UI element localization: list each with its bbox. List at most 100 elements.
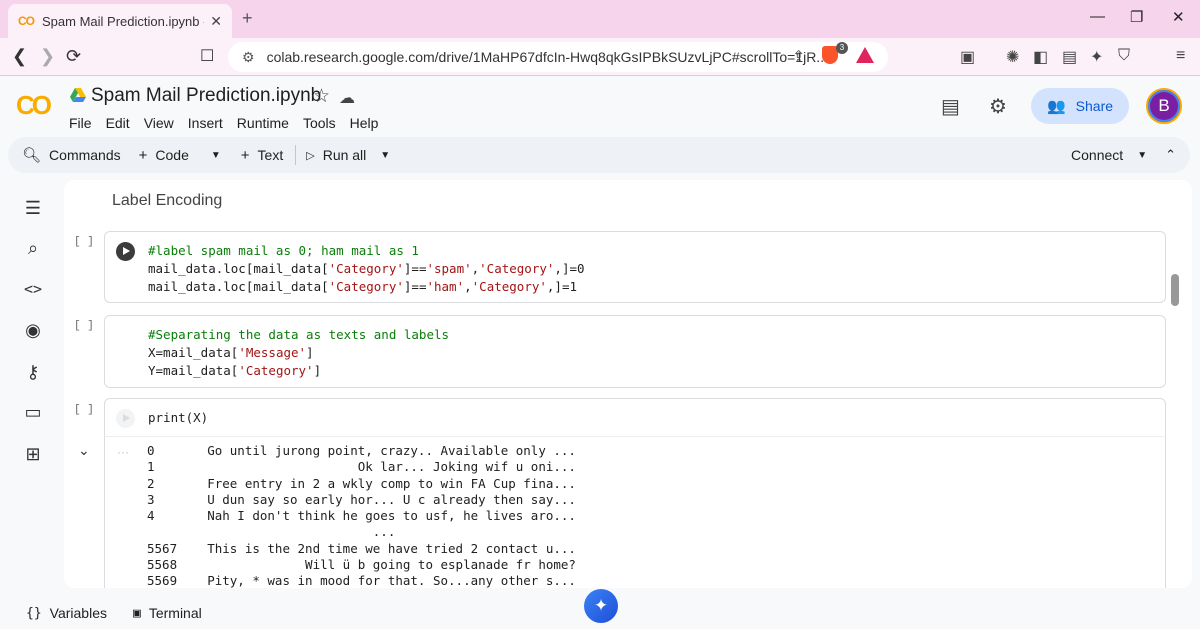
new-tab-icon[interactable]: + — [242, 8, 253, 29]
menu-edit[interactable]: Edit — [106, 115, 130, 131]
code-cell-label-encoding[interactable]: #label spam mail as 0; ham mail as 1 mai… — [104, 231, 1166, 303]
connect-group: Connect ▼ ⌃ — [1071, 147, 1176, 163]
colab-header: CO Spam Mail Prediction.ipynb ☆ ☁ File E… — [0, 76, 1200, 138]
site-settings-icon[interactable]: ⚙ — [242, 49, 255, 66]
output-menu-icon[interactable]: ··· — [117, 445, 129, 459]
run-all-button[interactable]: ▷ Run all — [306, 147, 366, 163]
notebook-canvas[interactable]: Label Encoding [ ] #label spam mail as 0… — [64, 180, 1192, 588]
settings-gear-icon[interactable]: ⚙ — [989, 94, 1007, 119]
toolbar-divider — [295, 145, 297, 165]
comments-icon[interactable]: ▤ — [941, 94, 960, 119]
cell-code[interactable]: print(X) — [148, 409, 208, 427]
browser-tab[interactable]: CO Spam Mail Prediction.ipynb - Co ✕ — [8, 4, 232, 38]
secrets-eye-icon[interactable]: ◉ — [22, 320, 44, 342]
data-table-icon[interactable]: ⊞ — [22, 444, 44, 466]
close-tab-icon[interactable]: ✕ — [210, 13, 222, 30]
key-icon[interactable]: ⚷ — [22, 362, 44, 384]
plus-icon: + — [240, 146, 250, 164]
cell-execution-count: [ ] — [74, 236, 94, 248]
collapse-toolbar-icon[interactable]: ⌃ — [1165, 147, 1176, 163]
connect-dropdown-chevron-icon[interactable]: ▼ — [1137, 150, 1147, 161]
gemini-icon[interactable]: ✦ — [584, 589, 618, 623]
code-snippets-icon[interactable]: <> — [22, 280, 44, 302]
url-field[interactable]: ⚙ colab.research.google.com/drive/1MaHP6… — [228, 42, 888, 72]
search-icon: 🔍︎ — [22, 147, 42, 164]
variables-icon: {} — [26, 605, 42, 621]
menu-view[interactable]: View — [144, 115, 174, 131]
plus-icon: + — [138, 146, 148, 164]
run-cell-button[interactable] — [116, 242, 135, 261]
menu-bar: File Edit View Insert Runtime Tools Help — [69, 115, 392, 131]
run-all-label: Run all — [322, 147, 367, 163]
leo-ai-icon[interactable]: ✺ — [1006, 47, 1019, 67]
add-code-button[interactable]: + Code — [139, 147, 189, 164]
code-cell-print-x[interactable]: print(X) — [104, 398, 1166, 438]
commands-button[interactable]: 🔍︎ Commands — [22, 146, 121, 164]
menu-file[interactable]: File — [69, 115, 92, 131]
connect-button[interactable]: Connect — [1071, 147, 1123, 163]
menu-insert[interactable]: Insert — [188, 115, 223, 131]
people-icon: 👥 — [1046, 98, 1066, 115]
wallet-icon[interactable]: ▤ — [1062, 47, 1077, 67]
restore-icon[interactable]: ❐ — [1130, 8, 1143, 26]
terminal-icon: ▣ — [133, 605, 141, 621]
variables-button[interactable]: {} Variables — [26, 605, 107, 621]
sidebar-toggle-icon[interactable]: ◧ — [1033, 47, 1048, 67]
reload-icon[interactable]: ⟳ — [66, 46, 81, 67]
bookmark-icon[interactable]: ☐ — [200, 46, 214, 66]
cloud-saved-icon[interactable]: ☁ — [339, 88, 355, 108]
notebook-toolbar: 🔍︎ Commands + Code ▼ + Text ▷ Run all ▼ … — [8, 137, 1190, 173]
browser-tab-strip: CO Spam Mail Prediction.ipynb - Co ✕ + —… — [0, 0, 1200, 38]
cell-execution-count: [ ] — [74, 404, 94, 416]
table-of-contents-icon[interactable]: ☰ — [22, 198, 44, 220]
user-avatar[interactable]: B — [1146, 88, 1182, 124]
add-text-button[interactable]: + Text — [241, 147, 283, 164]
code-dropdown-chevron-icon[interactable]: ▼ — [211, 150, 221, 161]
brave-shield-badge: 3 — [836, 42, 848, 54]
colab-logo[interactable]: CO — [16, 90, 52, 121]
notebook-title[interactable]: Spam Mail Prediction.ipynb — [91, 85, 321, 107]
cell-output: ··· 0 Go until jurong point, crazy.. Ava… — [104, 436, 1166, 588]
extensions-icon[interactable]: ✦ — [1090, 47, 1103, 67]
browser-menu-icon[interactable]: ≡ — [1176, 47, 1185, 65]
play-icon: ▷ — [306, 149, 315, 162]
star-icon[interactable]: ☆ — [313, 85, 330, 108]
brave-rewards-icon[interactable] — [856, 47, 874, 63]
menu-runtime[interactable]: Runtime — [237, 115, 289, 131]
find-replace-icon[interactable]: ⌕ — [22, 238, 44, 260]
share-page-icon[interactable]: ⇪ — [792, 47, 805, 67]
menu-help[interactable]: Help — [350, 115, 379, 131]
share-label: Share — [1075, 98, 1114, 114]
collapse-output-chevron-icon[interactable]: ⌄ — [78, 442, 90, 459]
close-window-icon[interactable]: ✕ — [1172, 8, 1185, 26]
section-heading: Label Encoding — [112, 192, 223, 209]
code-line: mail_data.loc[mail_data['Category']=='ha… — [148, 279, 578, 294]
run-cell-button[interactable] — [116, 409, 135, 428]
reading-mode-icon[interactable]: ▣ — [960, 47, 975, 67]
code-line: #Separating the data as texts and labels — [148, 327, 450, 342]
add-code-label: Code — [155, 147, 189, 163]
minimize-icon[interactable]: — — [1090, 8, 1105, 25]
files-folder-icon[interactable]: ▭ — [22, 402, 44, 424]
forward-icon[interactable]: ❯ — [40, 46, 55, 67]
vpn-shield-icon[interactable]: ⛉ — [1118, 47, 1130, 65]
terminal-button[interactable]: ▣ Terminal — [133, 605, 202, 621]
share-button[interactable]: 👥 Share — [1031, 88, 1129, 124]
cell-code[interactable]: #label spam mail as 0; ham mail as 1 mai… — [148, 242, 585, 296]
commands-label: Commands — [49, 147, 121, 163]
tab-title: Spam Mail Prediction.ipynb - Co — [42, 13, 204, 29]
code-line: mail_data.loc[mail_data['Category']=='sp… — [148, 261, 585, 276]
cell-execution-count: [ ] — [74, 320, 94, 332]
google-drive-icon — [70, 88, 86, 102]
back-icon[interactable]: ❮ — [12, 46, 27, 67]
code-cell-split-data[interactable]: #Separating the data as texts and labels… — [104, 315, 1166, 388]
output-text: 0 Go until jurong point, crazy.. Availab… — [147, 443, 576, 588]
code-line: X=mail_data['Message'] — [148, 345, 314, 360]
cell-code[interactable]: #Separating the data as texts and labels… — [148, 326, 449, 380]
notebook-scrollbar[interactable] — [1171, 274, 1179, 306]
browser-address-bar: ❮ ❯ ⟳ ☐ ⚙ colab.research.google.com/driv… — [0, 38, 1200, 104]
terminal-label: Terminal — [148, 605, 202, 621]
menu-tools[interactable]: Tools — [303, 115, 336, 131]
left-sidebar: ☰ ⌕ <> ◉ ⚷ ▭ ⊞ — [0, 180, 64, 590]
run-all-dropdown-chevron-icon[interactable]: ▼ — [380, 150, 390, 161]
